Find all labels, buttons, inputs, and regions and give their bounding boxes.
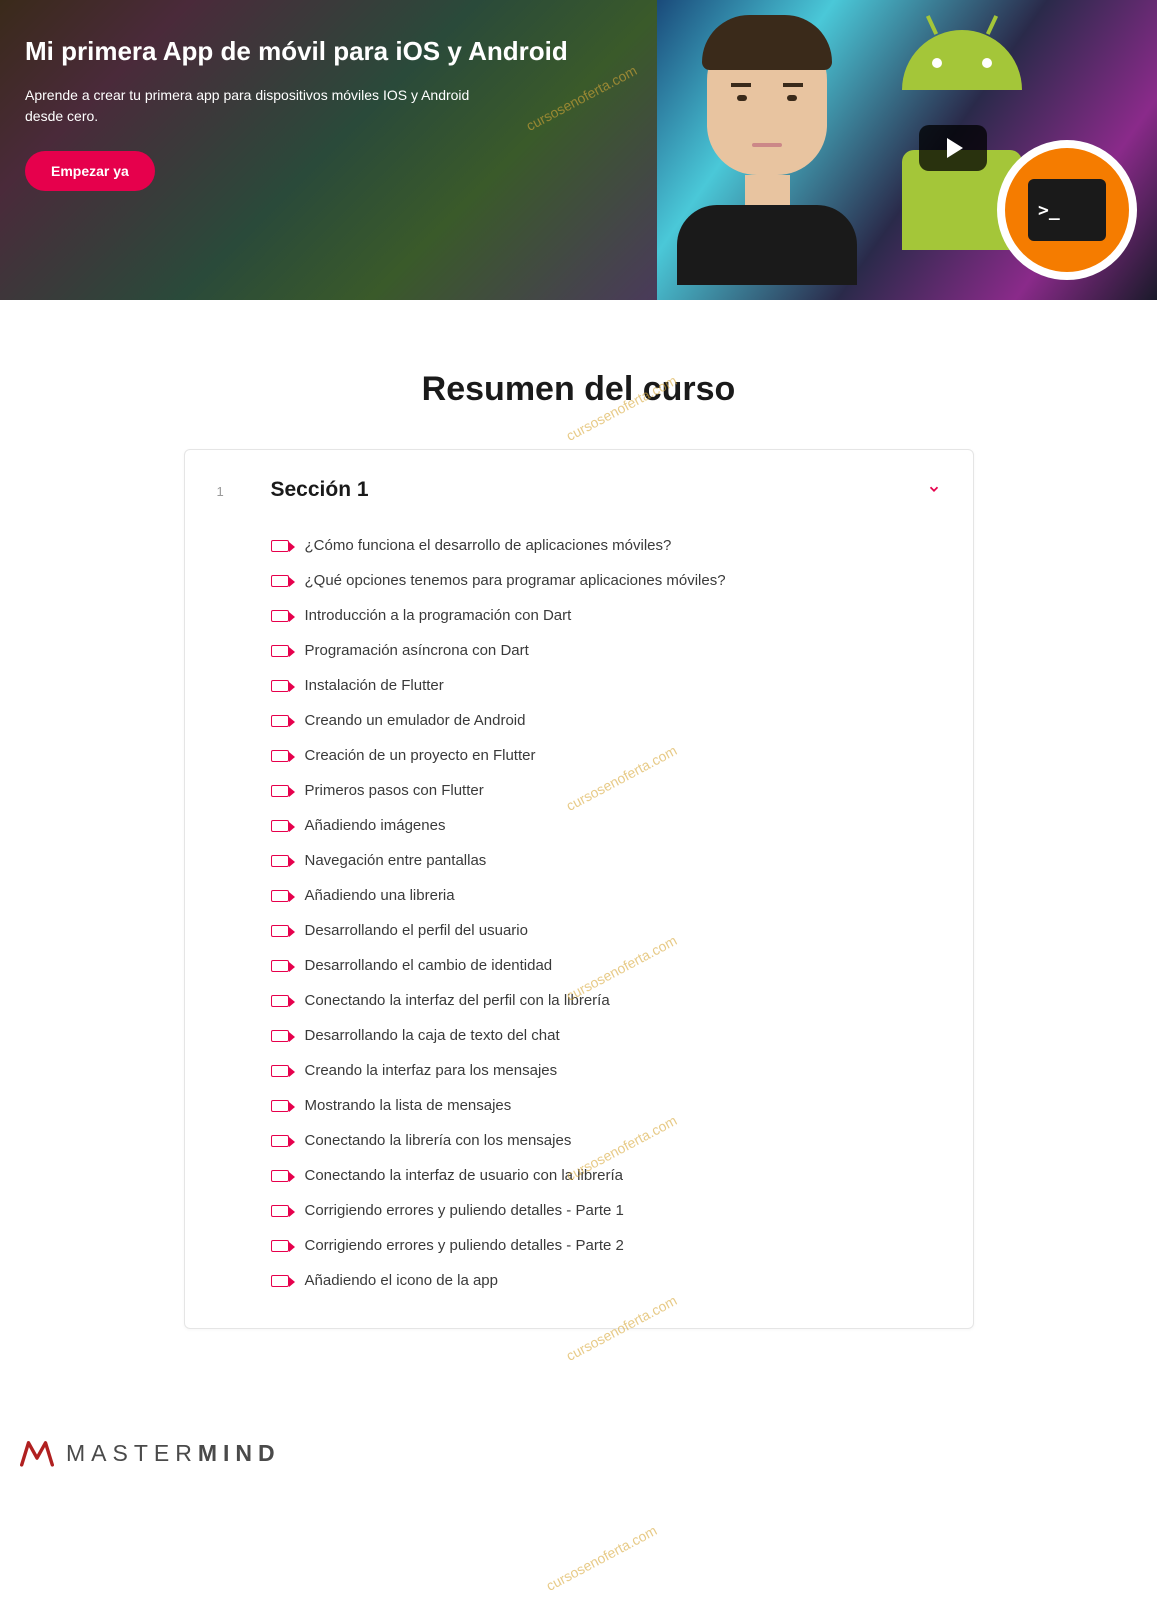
lesson-title: Instalación de Flutter: [305, 677, 444, 694]
video-icon: [271, 960, 289, 972]
lesson-item[interactable]: Creación de un proyecto en Flutter: [271, 738, 941, 773]
footer: MASTERMIND: [0, 1369, 1157, 1507]
lesson-title: Añadiendo imágenes: [305, 817, 446, 834]
lesson-title: ¿Cómo funciona el desarrollo de aplicaci…: [305, 537, 672, 554]
lesson-item[interactable]: Conectando la interfaz del perfil con la…: [271, 983, 941, 1018]
terminal-badge-icon: >_: [997, 140, 1137, 280]
play-icon: [947, 138, 963, 158]
lesson-item[interactable]: Conectando la interfaz de usuario con la…: [271, 1158, 941, 1193]
video-icon: [271, 925, 289, 937]
lesson-title: Conectando la interfaz del perfil con la…: [305, 992, 610, 1009]
course-card: 1 Sección 1 ¿Cómo funciona el desarrollo…: [184, 449, 974, 1329]
hero-title: Mi primera App de móvil para iOS y Andro…: [25, 35, 632, 69]
lesson-title: Desarrollando la caja de texto del chat: [305, 1027, 560, 1044]
lesson-item[interactable]: Navegación entre pantallas: [271, 843, 941, 878]
lesson-title: Mostrando la lista de mensajes: [305, 1097, 512, 1114]
lesson-title: Creación de un proyecto en Flutter: [305, 747, 536, 764]
video-icon: [271, 785, 289, 797]
video-icon: [271, 715, 289, 727]
watermark: cursosenoferta.com: [543, 1522, 659, 1594]
play-button[interactable]: [919, 125, 987, 171]
video-icon: [271, 750, 289, 762]
lesson-item[interactable]: Corrigiendo errores y puliendo detalles …: [271, 1193, 941, 1228]
video-icon: [271, 1240, 289, 1252]
video-icon: [271, 890, 289, 902]
lesson-item[interactable]: Desarrollando la caja de texto del chat: [271, 1018, 941, 1053]
chevron-down-icon: [927, 482, 941, 499]
course-summary-section: Resumen del curso 1 Sección 1 ¿Cómo func…: [0, 300, 1157, 1369]
summary-heading: Resumen del curso: [20, 370, 1137, 409]
lesson-item[interactable]: Creando un emulador de Android: [271, 703, 941, 738]
lesson-item[interactable]: Añadiendo el icono de la app: [271, 1263, 941, 1298]
video-icon: [271, 995, 289, 1007]
lesson-item[interactable]: ¿Cómo funciona el desarrollo de aplicaci…: [271, 528, 941, 563]
lesson-item[interactable]: Añadiendo imágenes: [271, 808, 941, 843]
video-icon: [271, 820, 289, 832]
lesson-title: ¿Qué opciones tenemos para programar apl…: [305, 572, 726, 589]
start-button[interactable]: Empezar ya: [25, 151, 155, 191]
lesson-item[interactable]: Programación asíncrona con Dart: [271, 633, 941, 668]
section-number: 1: [217, 484, 271, 499]
lesson-item[interactable]: Desarrollando el cambio de identidad: [271, 948, 941, 983]
video-icon: [271, 1100, 289, 1112]
lesson-title: Desarrollando el perfil del usuario: [305, 922, 528, 939]
video-icon: [271, 1205, 289, 1217]
lesson-item[interactable]: Introducción a la programación con Dart: [271, 598, 941, 633]
video-icon: [271, 1030, 289, 1042]
hero-video-thumbnail[interactable]: >_: [657, 0, 1157, 300]
lesson-item[interactable]: Añadiendo una libreria: [271, 878, 941, 913]
section-header[interactable]: 1 Sección 1: [217, 478, 941, 502]
lesson-item[interactable]: Instalación de Flutter: [271, 668, 941, 703]
video-icon: [271, 610, 289, 622]
video-icon: [271, 645, 289, 657]
lesson-title: Navegación entre pantallas: [305, 852, 487, 869]
video-icon: [271, 575, 289, 587]
video-icon: [271, 855, 289, 867]
lesson-item[interactable]: Creando la interfaz para los mensajes: [271, 1053, 941, 1088]
lesson-title: Conectando la librería con los mensajes: [305, 1132, 572, 1149]
video-icon: [271, 1065, 289, 1077]
lesson-item[interactable]: ¿Qué opciones tenemos para programar apl…: [271, 563, 941, 598]
lesson-list: ¿Cómo funciona el desarrollo de aplicaci…: [271, 528, 941, 1298]
lesson-item[interactable]: Desarrollando el perfil del usuario: [271, 913, 941, 948]
hero-banner: Mi primera App de móvil para iOS y Andro…: [0, 0, 1157, 300]
lesson-item[interactable]: Corrigiendo errores y puliendo detalles …: [271, 1228, 941, 1263]
lesson-title: Añadiendo el icono de la app: [305, 1272, 499, 1289]
terminal-prompt: >_: [1038, 200, 1060, 221]
logo-mark-icon: [20, 1439, 54, 1467]
brand-logo[interactable]: MASTERMIND: [20, 1439, 1137, 1467]
section-title: Sección 1: [271, 478, 927, 502]
video-icon: [271, 540, 289, 552]
lesson-item[interactable]: Conectando la librería con los mensajes: [271, 1123, 941, 1158]
lesson-title: Programación asíncrona con Dart: [305, 642, 529, 659]
video-icon: [271, 1275, 289, 1287]
lesson-title: Creando un emulador de Android: [305, 712, 526, 729]
lesson-title: Corrigiendo errores y puliendo detalles …: [305, 1237, 624, 1254]
lesson-title: Creando la interfaz para los mensajes: [305, 1062, 558, 1079]
hero-content: Mi primera App de móvil para iOS y Andro…: [0, 0, 657, 300]
lesson-item[interactable]: Mostrando la lista de mensajes: [271, 1088, 941, 1123]
lesson-title: Primeros pasos con Flutter: [305, 782, 484, 799]
hero-subtitle: Aprende a crear tu primera app para disp…: [25, 85, 485, 127]
lesson-title: Conectando la interfaz de usuario con la…: [305, 1167, 624, 1184]
video-icon: [271, 680, 289, 692]
lesson-title: Desarrollando el cambio de identidad: [305, 957, 553, 974]
lesson-title: Corrigiendo errores y puliendo detalles …: [305, 1202, 624, 1219]
video-icon: [271, 1135, 289, 1147]
video-icon: [271, 1170, 289, 1182]
brand-name: MASTERMIND: [66, 1440, 281, 1467]
instructor-portrait: [667, 0, 867, 280]
lesson-title: Añadiendo una libreria: [305, 887, 455, 904]
lesson-item[interactable]: Primeros pasos con Flutter: [271, 773, 941, 808]
lesson-title: Introducción a la programación con Dart: [305, 607, 572, 624]
